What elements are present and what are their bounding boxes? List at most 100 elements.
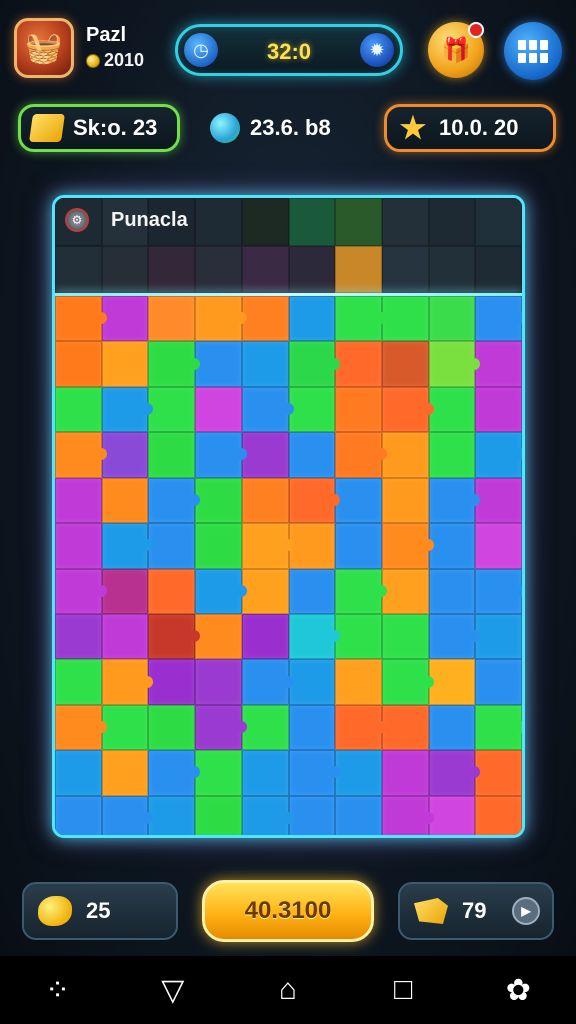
puzzle-piece[interactable] [475,296,522,342]
puzzle-piece[interactable] [428,386,476,433]
gift-button[interactable]: 🎁 [428,22,484,78]
puzzle-piece[interactable] [195,523,242,569]
puzzle-piece[interactable] [381,432,429,478]
puzzle-piece[interactable] [335,659,382,705]
hint-button[interactable]: 25 [22,882,178,940]
puzzle-piece[interactable] [148,568,196,614]
recent-apps-icon[interactable]: ⁘ [34,966,82,1014]
puzzle-piece[interactable] [475,568,522,614]
puzzle-piece[interactable] [55,613,102,660]
puzzle-piece[interactable] [241,659,294,705]
puzzle-piece[interactable] [428,296,476,342]
puzzle-piece[interactable] [195,659,242,705]
puzzle-piece[interactable] [101,750,149,796]
puzzle-piece[interactable] [101,341,149,387]
puzzle-piece[interactable] [241,432,289,478]
puzzle-piece[interactable] [195,477,242,524]
puzzle-piece[interactable] [195,432,247,478]
main-action-button[interactable]: 40.3100 [202,880,374,942]
puzzle-piece[interactable] [241,704,289,751]
puzzle-piece[interactable] [288,296,336,342]
puzzle-piece[interactable] [475,613,522,660]
puzzle-piece[interactable] [381,613,429,660]
pieces-button[interactable]: 79 ▶ [398,882,554,940]
puzzle-piece[interactable] [475,386,522,433]
overview-icon[interactable]: □ [379,966,427,1014]
puzzle-piece[interactable] [428,477,480,524]
puzzle-piece[interactable] [428,795,476,835]
puzzle-piece[interactable] [475,795,522,835]
puzzle-piece[interactable] [381,341,429,387]
puzzle-piece[interactable] [241,523,294,569]
puzzle-piece[interactable] [475,750,522,796]
puzzle-piece[interactable] [195,341,242,387]
puzzle-piece[interactable] [241,386,294,433]
puzzle-piece[interactable] [241,795,294,835]
puzzle-piece[interactable] [195,613,242,660]
puzzle-piece[interactable] [148,659,196,705]
play-icon[interactable]: ▶ [512,897,540,925]
puzzle-piece[interactable] [55,296,107,342]
puzzle-piece[interactable] [55,432,107,478]
puzzle-piece[interactable] [335,432,387,478]
puzzle-piece[interactable] [148,523,196,569]
puzzle-piece[interactable] [475,704,522,751]
puzzle-piece[interactable] [288,613,340,660]
puzzle-piece[interactable] [428,432,476,478]
puzzle-piece[interactable] [55,341,102,387]
gear-icon[interactable]: ✹ [360,33,394,67]
settings-icon[interactable]: ⚙ [65,208,89,232]
puzzle-piece[interactable] [148,432,196,478]
puzzle-piece[interactable] [55,568,107,614]
puzzle-piece[interactable] [428,523,476,569]
puzzle-piece[interactable] [335,568,387,614]
puzzle-piece[interactable] [475,432,522,478]
puzzle-piece[interactable] [381,386,434,433]
puzzle-piece[interactable] [148,704,196,751]
puzzle-piece[interactable] [101,613,149,660]
puzzle-piece[interactable] [148,386,196,433]
puzzle-piece[interactable] [335,523,382,569]
puzzle-piece[interactable] [335,386,382,433]
puzzle-piece[interactable] [288,432,336,478]
puzzle-piece[interactable] [101,659,154,705]
puzzle-piece[interactable] [288,704,336,751]
puzzle-piece[interactable] [195,296,247,342]
puzzle-piece[interactable] [335,296,387,342]
puzzle-piece[interactable] [288,386,336,433]
puzzle-piece[interactable] [241,296,289,342]
puzzle-piece[interactable] [101,523,154,569]
puzzle-piece[interactable] [475,523,522,569]
puzzle-piece[interactable] [148,341,200,387]
puzzle-piece[interactable] [381,477,429,524]
puzzle-piece[interactable] [428,341,480,387]
puzzle-piece[interactable] [335,750,382,796]
puzzle-piece[interactable] [335,613,382,660]
puzzle-piece[interactable] [148,477,200,524]
puzzle-piece[interactable] [288,523,336,569]
puzzle-piece[interactable] [101,795,154,835]
puzzle-piece[interactable] [475,659,522,705]
puzzle-piece[interactable] [55,659,102,705]
assistant-icon[interactable]: ✿ [494,966,542,1014]
puzzle-piece[interactable] [195,750,242,796]
puzzle-piece[interactable] [148,613,200,660]
home-icon[interactable]: ⌂ [264,966,312,1014]
puzzle-piece[interactable] [55,704,107,751]
puzzle-piece[interactable] [428,704,476,751]
puzzle-piece[interactable] [381,296,429,342]
puzzle-piece[interactable] [195,704,247,751]
puzzle-piece[interactable] [195,386,242,433]
puzzle-piece[interactable] [335,477,382,524]
puzzle-piece[interactable] [288,477,340,524]
puzzle-piece[interactable] [428,613,480,660]
puzzle-piece[interactable] [381,795,434,835]
puzzle-piece[interactable] [381,704,429,751]
puzzle-piece[interactable] [428,659,476,705]
puzzle-piece[interactable] [101,296,149,342]
puzzle-piece[interactable] [55,750,102,796]
puzzle-piece[interactable] [55,523,102,569]
puzzle-piece[interactable] [195,795,242,835]
puzzle-piece[interactable] [101,386,154,433]
puzzle-piece[interactable] [55,795,102,835]
